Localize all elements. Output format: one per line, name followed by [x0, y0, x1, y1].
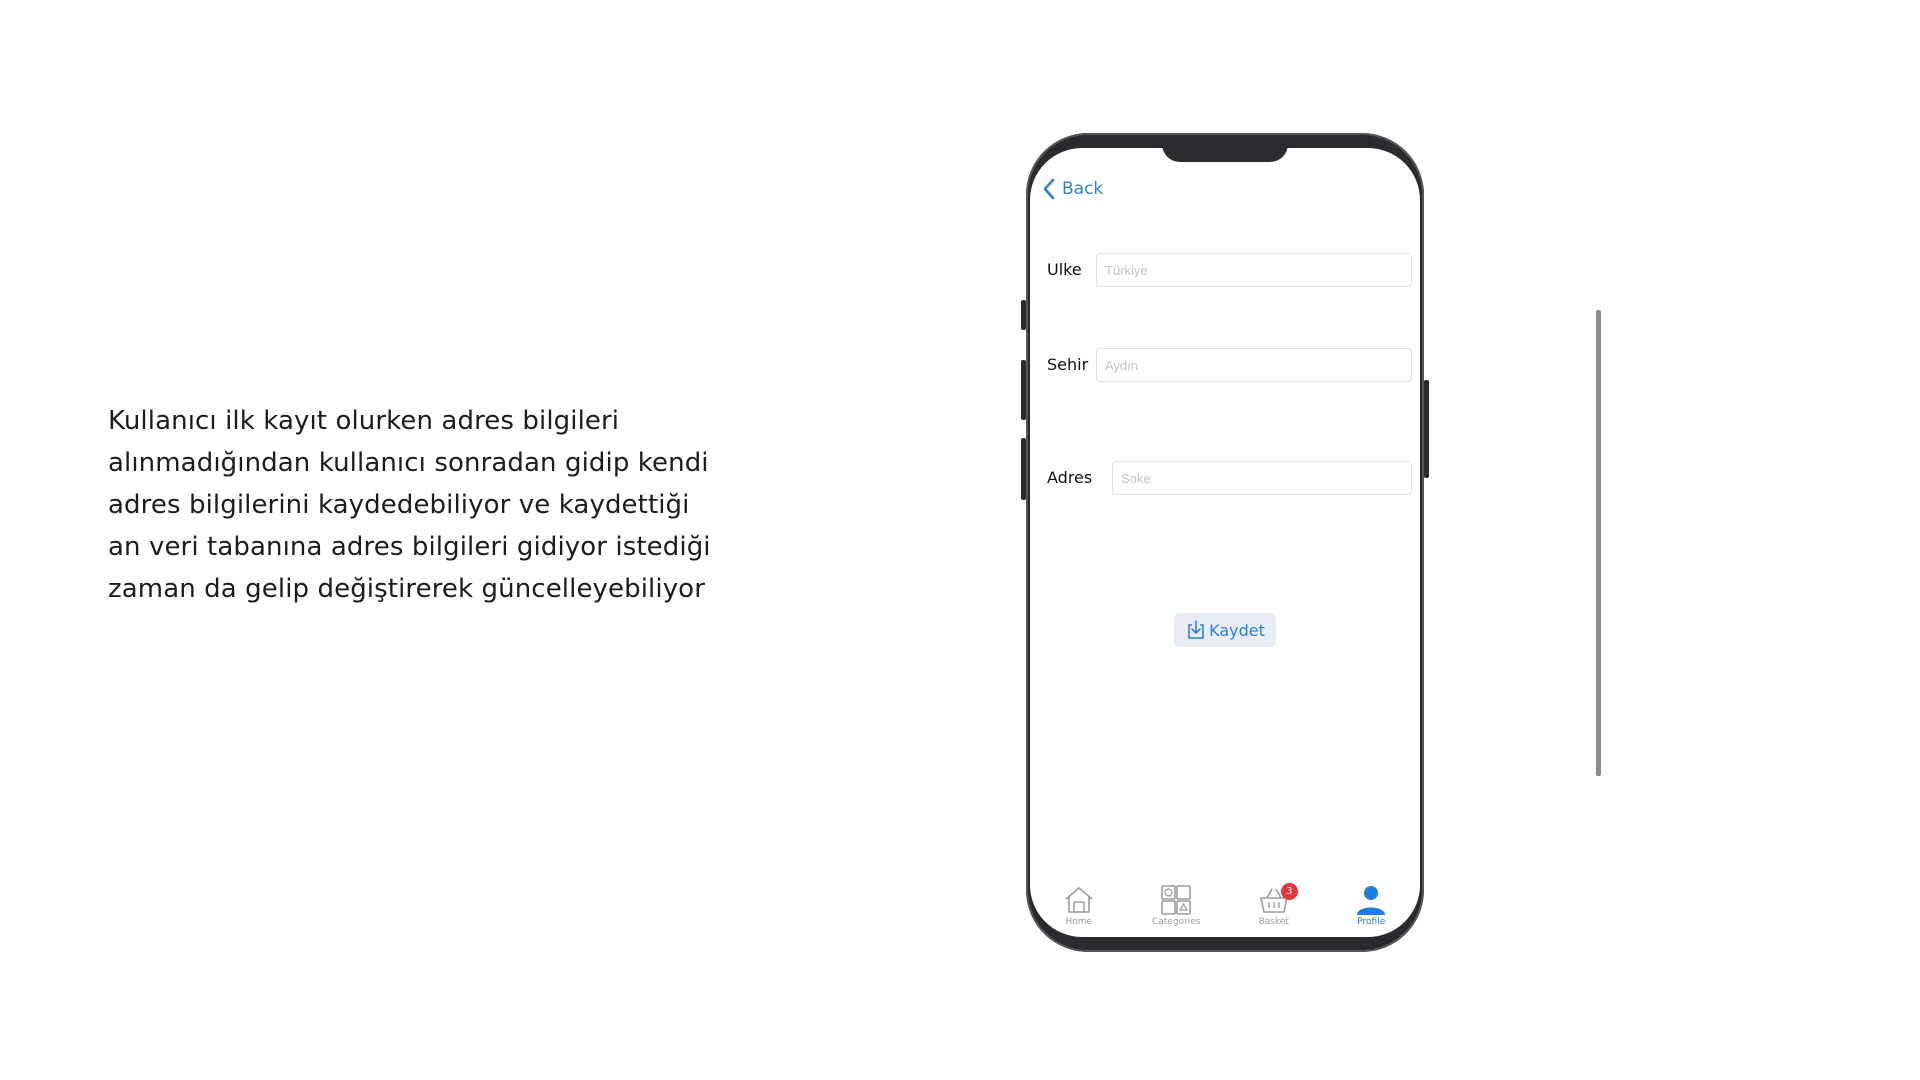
city-input[interactable]: [1096, 348, 1412, 382]
phone-power-button: [1424, 380, 1429, 478]
download-icon: [1188, 620, 1204, 639]
tab-categories[interactable]: Categories: [1131, 883, 1221, 927]
categories-icon: [1161, 885, 1192, 915]
tab-categories-label: Categories: [1151, 917, 1201, 927]
country-label: Ulke: [1047, 260, 1082, 279]
address-input[interactable]: [1112, 461, 1412, 495]
back-button[interactable]: Back: [1042, 178, 1103, 200]
tab-bar: Home Categories 3 Basket Profile: [1030, 883, 1420, 937]
home-icon: [1065, 886, 1093, 913]
tab-profile-label: Profile: [1357, 917, 1386, 927]
tab-home[interactable]: Home: [1034, 883, 1124, 927]
phone-screen: Back Ulke Sehir Adres Kaydet Home: [1030, 148, 1420, 937]
phone-notch: [1162, 140, 1288, 162]
save-label: Kaydet: [1209, 620, 1265, 640]
tab-basket[interactable]: 3 Basket: [1229, 883, 1319, 927]
city-label: Sehir: [1047, 355, 1089, 374]
tab-home-label: Home: [1065, 917, 1093, 927]
chevron-left-icon: [1043, 178, 1055, 200]
save-button[interactable]: Kaydet: [1174, 613, 1276, 647]
country-input[interactable]: [1096, 253, 1412, 287]
basket-count-badge: 3: [1280, 883, 1298, 900]
feature-description: Kullanıcı ilk kayıt olurken adres bilgil…: [108, 406, 711, 604]
back-label: Back: [1062, 179, 1104, 199]
scrollbar-line: [1596, 310, 1601, 776]
tab-profile[interactable]: Profile: [1326, 883, 1416, 927]
address-label: Adres: [1047, 468, 1093, 487]
tab-basket-label: Basket: [1258, 917, 1289, 927]
profile-icon: [1357, 886, 1386, 915]
